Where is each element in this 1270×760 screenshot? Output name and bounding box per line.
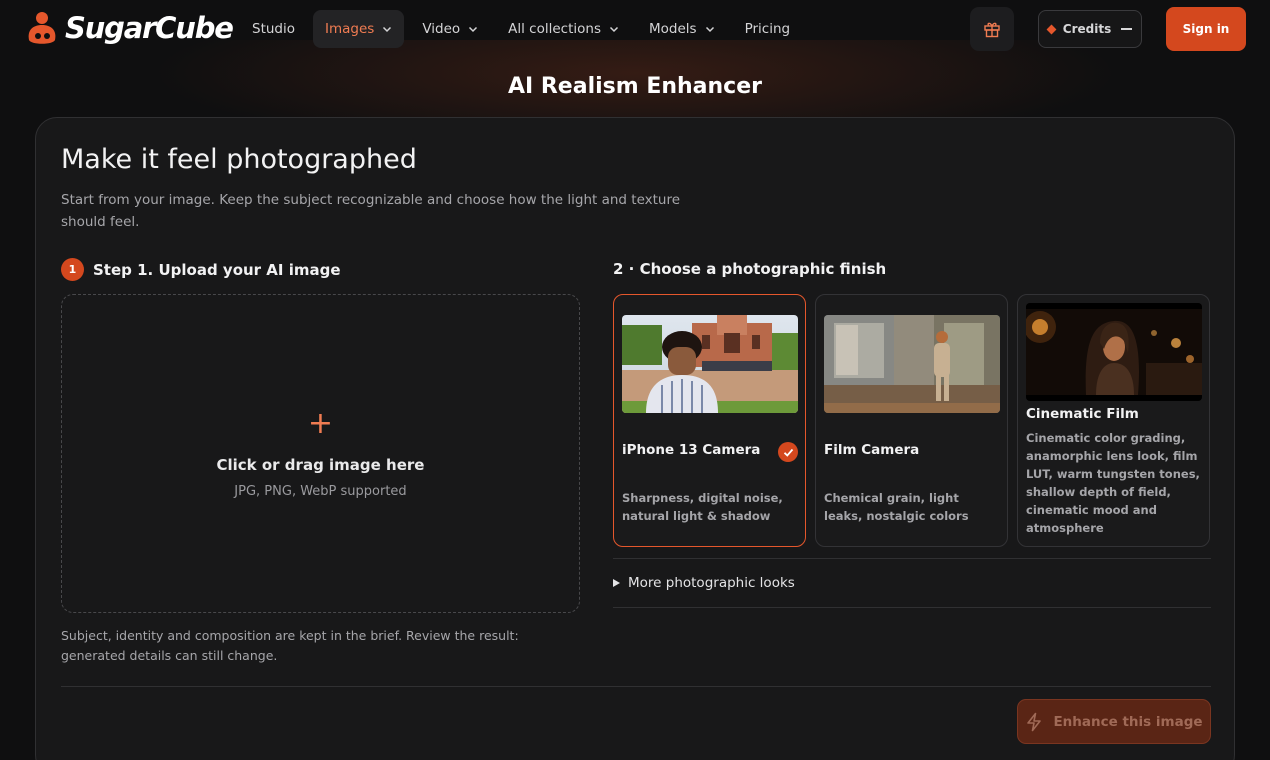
credits-value-placeholder (1121, 28, 1133, 30)
nav-link-all-collections[interactable]: All collections (496, 10, 631, 48)
finish-card-description: Chemical grain, light leaks, nostalgic c… (824, 491, 969, 523)
disclosure-triangle-icon (613, 579, 620, 587)
sugarcube-logo-icon (28, 12, 56, 44)
step-1-title: Step 1. Upload your AI image (93, 260, 341, 279)
finish-card-title: Cinematic Film (1026, 406, 1139, 422)
finish-card-description: Cinematic color grading, anamorphic lens… (1026, 431, 1200, 535)
panel-divider (61, 686, 1211, 687)
chevron-down-icon (469, 26, 478, 33)
finish-card-cinematic-film[interactable]: Cinematic Film Cinematic color grading, … (1017, 294, 1210, 547)
chevron-down-icon (705, 26, 714, 33)
step-1-header: 1 Step 1. Upload your AI image (61, 258, 341, 281)
finish-card-description: Sharpness, digital noise, natural light … (622, 491, 783, 523)
nav-link-video[interactable]: Video (410, 10, 490, 48)
nav-link-studio[interactable]: Studio (240, 10, 307, 48)
more-photographic-looks-toggle[interactable]: More photographic looks (613, 558, 1211, 608)
step-2-title: 2 · Choose a photographic finish (613, 260, 887, 278)
credits-label: Credits (1062, 22, 1112, 36)
nav-link-label: Pricing (744, 21, 791, 37)
checkmark-icon (778, 442, 798, 462)
nav-link-label: Models (649, 21, 697, 37)
brand-name: SugarCube (65, 11, 234, 45)
nav-link-label: Studio (252, 21, 295, 37)
nav-link-pricing[interactable]: Pricing (733, 10, 803, 48)
chevron-down-icon (609, 26, 619, 33)
gift-button[interactable] (970, 7, 1014, 51)
page-title: AI Realism Enhancer (507, 74, 762, 99)
panel-heading: Make it feel photographed (61, 144, 417, 175)
sign-in-button[interactable]: Sign in (1166, 7, 1246, 51)
gift-icon (984, 22, 1000, 38)
image-upload-dropzone[interactable]: + Click or drag image here JPG, PNG, Web… (61, 294, 580, 613)
chevron-down-icon (383, 26, 392, 33)
top-navigation: SugarCube Studio Images Video All collec… (0, 0, 1270, 58)
iphone-camera-preview-image (622, 315, 798, 413)
brand-logo[interactable]: SugarCube (25, 10, 234, 46)
finish-card-film-camera[interactable]: Film Camera Chemical grain, light leaks,… (815, 294, 1008, 547)
enhance-button-label: Enhance this image (1053, 713, 1203, 730)
nav-link-images[interactable]: Images (313, 10, 405, 48)
dropzone-label: Click or drag image here (216, 456, 425, 474)
enhancer-panel: Make it feel photographed Start from you… (35, 117, 1235, 760)
finish-card-title: Film Camera (824, 442, 920, 458)
nav-link-label: Video (422, 21, 461, 37)
plus-icon: + (307, 406, 334, 441)
finish-card-iphone-13[interactable]: iPhone 13 Camera Sharpness, digital nois… (613, 294, 806, 547)
panel-subtitle: Start from your image. Keep the subject … (61, 192, 681, 230)
nav-links: Studio Images Video All collections Mode… (240, 10, 808, 48)
finish-card-title: iPhone 13 Camera (622, 442, 761, 458)
nav-link-label: All collections (508, 21, 601, 37)
credits-button[interactable]: Credits (1038, 10, 1142, 48)
enhance-image-button[interactable]: Enhance this image (1017, 699, 1211, 744)
credits-diamond-icon (1046, 24, 1057, 34)
more-looks-label: More photographic looks (628, 575, 795, 591)
upload-note: Subject, identity and composition are ke… (61, 628, 519, 663)
nav-link-label: Images (325, 21, 375, 37)
lightning-icon (1027, 712, 1042, 731)
film-camera-preview-image (824, 315, 1000, 413)
step-number-badge: 1 (61, 258, 84, 281)
cinematic-film-preview-image (1026, 303, 1202, 401)
dropzone-formats: JPG, PNG, WebP supported (234, 484, 407, 499)
nav-link-models[interactable]: Models (637, 10, 727, 48)
